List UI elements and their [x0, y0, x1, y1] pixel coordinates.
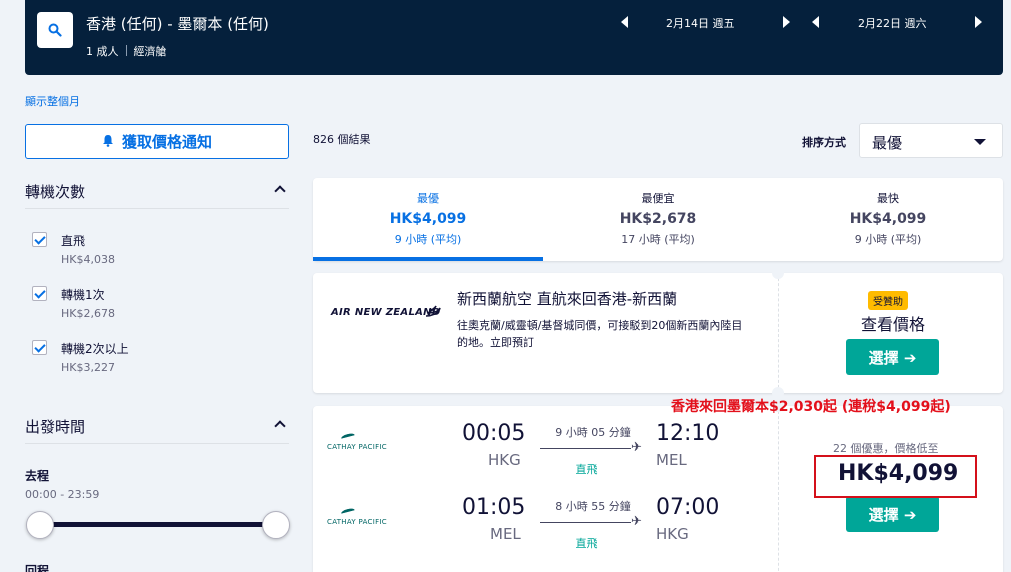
card-divider	[778, 406, 779, 572]
bell-icon	[102, 133, 114, 151]
leg2-arrive-time: 07:00	[656, 495, 720, 520]
plane-icon: ✈	[631, 440, 642, 455]
sort-select[interactable]: 最優	[859, 123, 1003, 158]
passenger-cabin[interactable]: 1 成人 經濟艙	[86, 43, 167, 59]
depart-next-icon[interactable]	[783, 16, 790, 28]
sponsored-ad-card[interactable]: AIR NEW ZEALAND 新西蘭航空 直航來回香港-新西蘭 往奧克蘭/威靈…	[313, 267, 1003, 399]
stops-two-plus-checkbox[interactable]	[32, 340, 47, 355]
return-label: 回程	[25, 564, 50, 572]
tab-fastest[interactable]: 最快 HK$4,099 9 小時 (平均)	[773, 178, 1003, 261]
result-count: 826 個結果	[313, 133, 371, 146]
leg1-arrive-time: 12:10	[656, 421, 720, 446]
plane-icon: ✈	[631, 514, 642, 529]
tab-best[interactable]: 最優 HK$4,099 9 小時 (平均)	[313, 178, 543, 261]
leg2-route-line	[540, 522, 631, 523]
promo-annotation: 香港來回墨爾本$2,030起 (連稅$4,099起)	[671, 399, 951, 415]
slider-handle-start[interactable]	[26, 511, 54, 539]
divider	[25, 208, 289, 209]
cathay-pacific-logo: CATHAY PACIFIC	[327, 443, 387, 451]
tab-name: 最優	[417, 192, 439, 205]
stops-one-label[interactable]: 轉機1次	[61, 286, 105, 303]
tab-name: 最快	[877, 192, 899, 205]
search-button[interactable]	[37, 12, 73, 48]
departure-time-title[interactable]: 出發時間	[25, 416, 85, 437]
leg1-route-line	[540, 448, 631, 449]
outbound-range: 00:00 - 23:59	[25, 488, 100, 501]
depart-date[interactable]: 2月14日 週五	[666, 15, 735, 31]
tab-name: 最便宜	[641, 192, 675, 205]
cathay-brushwing-icon	[340, 432, 356, 442]
chevron-down-icon	[974, 139, 986, 145]
leg2-duration: 8 小時 55 分鐘	[555, 500, 631, 513]
route-text[interactable]: 香港 (任何) - 墨爾本 (任何)	[86, 13, 269, 34]
separator	[125, 45, 127, 56]
sort-value: 最優	[872, 134, 903, 152]
slider-handle-end[interactable]	[262, 511, 290, 539]
tab-duration: 17 小時 (平均)	[621, 233, 695, 246]
leg1-depart-airport: HKG	[488, 451, 521, 469]
outbound-slider-track[interactable]	[40, 522, 276, 527]
divider	[25, 443, 289, 444]
chevron-up-icon[interactable]	[274, 185, 286, 197]
stops-two-plus-price: HK$3,227	[61, 361, 115, 374]
tab-cheapest[interactable]: 最便宜 HK$2,678 17 小時 (平均)	[543, 178, 773, 261]
ad-title[interactable]: 新西蘭航空 直航來回香港-新西蘭	[457, 288, 677, 309]
price-alert-label: 獲取價格通知	[121, 133, 212, 151]
view-price-text: 查看價格	[861, 315, 926, 334]
tab-price: HK$2,678	[619, 211, 697, 227]
stops-one-checkbox[interactable]	[32, 286, 47, 301]
stops-one-price: HK$2,678	[61, 307, 115, 320]
leg2-stops: 直飛	[575, 537, 598, 550]
return-prev-icon[interactable]	[812, 16, 819, 28]
chevron-up-icon[interactable]	[274, 420, 286, 432]
cathay-brushwing-icon	[340, 507, 356, 517]
price-highlight-box	[814, 455, 977, 498]
cabin-class: 經濟艙	[133, 45, 167, 58]
ad-description: 往奧克蘭/威靈頓/基督城同價，可接駁到20個新西蘭內陸目的地。立即預訂	[457, 319, 743, 349]
cathay-pacific-logo: CATHAY PACIFIC	[327, 518, 387, 526]
leg2-arrive-airport: HKG	[656, 525, 689, 543]
stops-filter-title[interactable]: 轉機次數	[25, 181, 85, 202]
leg1-stops: 直飛	[575, 463, 598, 476]
leg1-depart-time: 00:05	[462, 421, 526, 446]
leg1-arrive-airport: MEL	[656, 451, 687, 469]
tab-duration: 9 小時 (平均)	[854, 233, 922, 246]
price-alert-button[interactable]: 獲取價格通知	[25, 124, 289, 159]
stops-direct-price: HK$4,038	[61, 253, 115, 266]
deals-count: 22 個優惠，價格低至	[833, 442, 939, 455]
search-summary-bar[interactable]: 香港 (任何) - 墨爾本 (任何) 1 成人 經濟艙 2月14日 週五 2月22…	[25, 0, 1003, 75]
tab-price: HK$4,099	[849, 211, 927, 227]
leg2-depart-time: 01:05	[462, 495, 526, 520]
leg2-depart-airport: MEL	[490, 525, 521, 543]
passenger-count: 1 成人	[86, 45, 119, 58]
outbound-label: 去程	[25, 469, 50, 483]
depart-prev-icon[interactable]	[621, 16, 628, 28]
stops-two-plus-label[interactable]: 轉機2次以上	[61, 340, 129, 357]
return-date[interactable]: 2月22日 週六	[858, 15, 927, 31]
stops-direct-label[interactable]: 直飛	[61, 232, 85, 249]
card-notch	[772, 267, 784, 279]
flight-select-button[interactable]: 選擇 ➔	[846, 496, 939, 532]
search-icon	[48, 23, 62, 37]
ad-select-button[interactable]: 選擇 ➔	[846, 339, 939, 375]
tab-price: HK$4,099	[389, 211, 467, 227]
sort-label: 排序方式	[802, 136, 846, 149]
show-whole-month-link[interactable]: 顯示整個月	[25, 93, 80, 109]
sponsored-badge: 受贊助	[868, 291, 908, 310]
return-next-icon[interactable]	[975, 16, 982, 28]
koru-icon	[424, 304, 442, 322]
leg1-duration: 9 小時 05 分鐘	[555, 426, 631, 439]
sort-tabs: 最優 HK$4,099 9 小時 (平均) 最便宜 HK$2,678 17 小時…	[313, 178, 1003, 261]
card-divider	[778, 273, 779, 393]
stops-direct-checkbox[interactable]	[32, 232, 47, 247]
tab-duration: 9 小時 (平均)	[394, 233, 462, 246]
